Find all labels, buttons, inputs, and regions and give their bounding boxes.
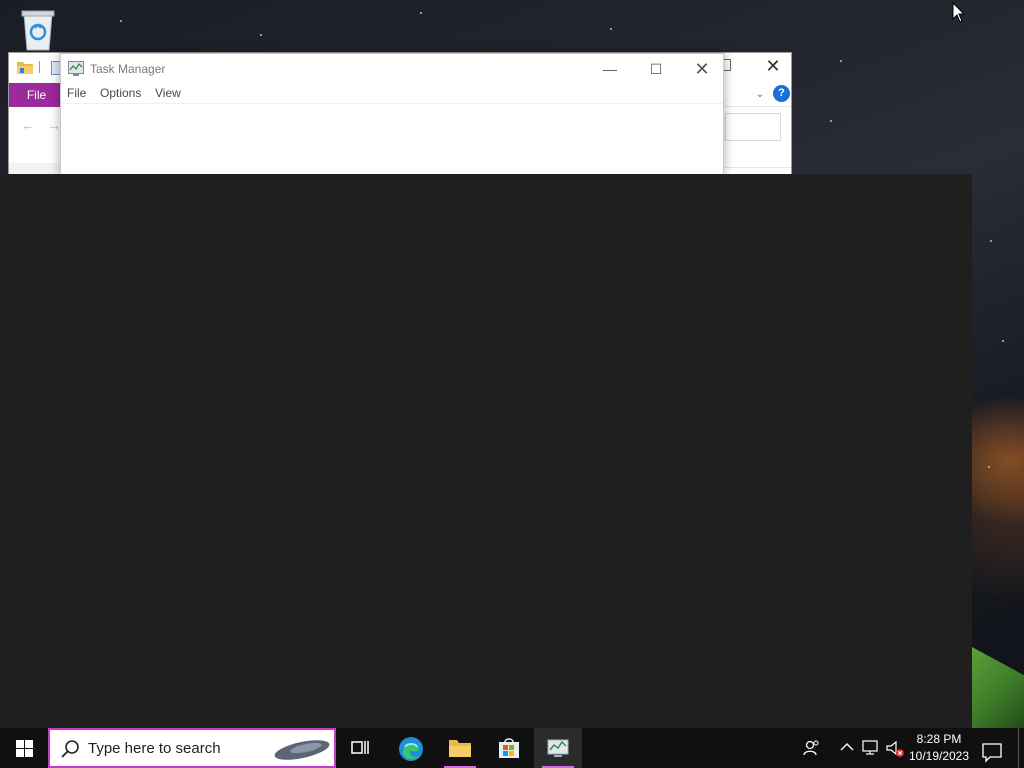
clock-time: 8:28 PM [916, 732, 962, 746]
taskbar-task-manager[interactable] [534, 728, 582, 768]
start-button[interactable] [0, 728, 48, 768]
minimize-button[interactable]: — [587, 54, 633, 84]
taskbar: Type here to search 8:28 PM 10/19/2023 [0, 728, 1024, 768]
taskbar-clock[interactable]: 8:28 PM 10/19/2023 [904, 731, 974, 765]
task-view-button[interactable] [336, 728, 384, 768]
taskbar-microsoft-store[interactable] [485, 728, 533, 768]
search-placeholder: Type here to search [88, 740, 221, 757]
star [1002, 340, 1004, 342]
menu-view[interactable]: View [155, 86, 181, 100]
chevron-up-icon[interactable] [840, 742, 854, 752]
task-view-icon [351, 741, 369, 754]
close-icon[interactable]: ✕ [761, 55, 785, 77]
edge-icon [399, 737, 423, 761]
network-icon[interactable] [862, 740, 880, 756]
star [990, 240, 992, 242]
folder-icon [17, 62, 33, 74]
windows-logo-icon [16, 740, 33, 757]
search-icon [61, 740, 79, 758]
notification-center-icon[interactable] [980, 728, 1004, 768]
recycle-bin-icon[interactable] [18, 8, 58, 52]
star [830, 120, 832, 122]
star [840, 60, 842, 62]
divider [39, 61, 40, 73]
taskbar-search-box[interactable]: Type here to search [48, 728, 336, 768]
maximize-button[interactable]: ☐ [633, 54, 679, 84]
menu-file[interactable]: File [67, 86, 86, 100]
people-icon[interactable] [802, 739, 820, 757]
menu-options[interactable]: Options [100, 86, 141, 100]
help-icon[interactable]: ? [773, 85, 790, 102]
show-desktop-button[interactable] [1018, 728, 1024, 768]
store-icon [499, 738, 519, 758]
task-manager-content-area [0, 174, 972, 728]
task-manager-icon [547, 739, 569, 757]
star [420, 12, 422, 14]
star [260, 34, 262, 36]
close-button[interactable]: ✕ [679, 54, 725, 84]
chevron-down-icon[interactable]: ⌄ [753, 88, 767, 102]
star [610, 28, 612, 30]
taskbar-edge[interactable] [386, 728, 434, 768]
search-input[interactable] [725, 113, 781, 141]
file-tab[interactable]: File [9, 83, 64, 107]
wallpaper-hill [972, 647, 1024, 728]
folder-icon [449, 740, 471, 757]
taskbar-file-explorer[interactable] [436, 728, 484, 768]
search-highlight-image [274, 740, 330, 760]
back-arrow-icon[interactable]: ← [21, 117, 35, 133]
task-manager-window: Task Manager — ☐ ✕ File Options View [60, 53, 724, 175]
window-title: Task Manager [90, 62, 166, 76]
star [988, 466, 990, 468]
volume-muted-icon[interactable] [885, 740, 905, 758]
forward-arrow-icon[interactable]: → [47, 117, 61, 133]
divider [725, 167, 791, 168]
task-manager-icon [68, 61, 84, 76]
mouse-cursor-icon [952, 2, 966, 23]
clock-date: 10/19/2023 [908, 749, 970, 763]
star [120, 20, 122, 22]
